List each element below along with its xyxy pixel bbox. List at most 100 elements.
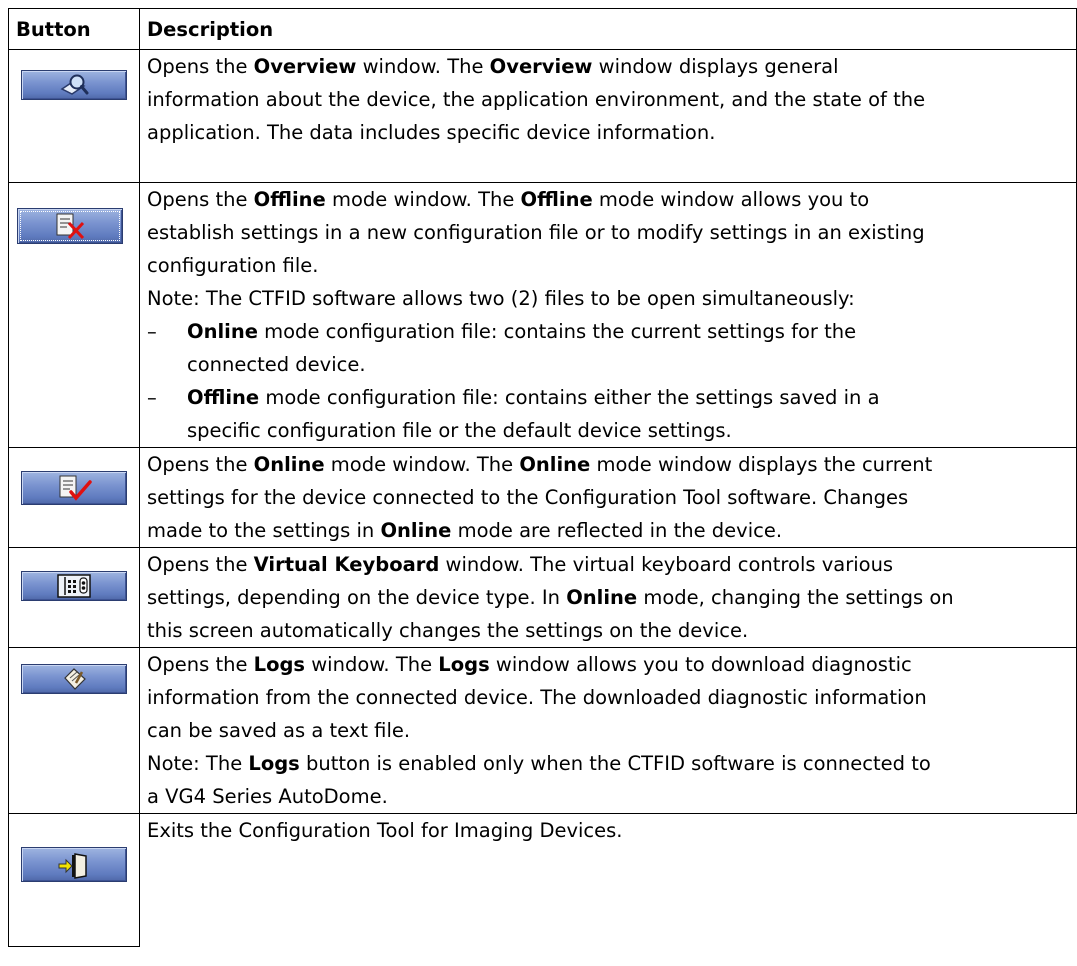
text-run: window. The	[305, 653, 439, 676]
bullet-line: connected device.	[187, 348, 1069, 381]
button-cell	[8, 647, 140, 814]
text-run: configuration file.	[147, 254, 319, 277]
description-line: establish settings in a new configuratio…	[147, 216, 1069, 249]
table-row: Opens the Virtual Keyboard window. The v…	[8, 547, 1077, 648]
text-run: settings for the device connected to the…	[147, 486, 909, 509]
description-line: Opens the Overview window. The Overview …	[147, 50, 1069, 83]
bullet-dash: –	[147, 386, 157, 409]
bold-term: Online	[187, 320, 258, 343]
bullet-item: – Offline mode configuration file: contai…	[147, 381, 1069, 447]
text-run: Note: The	[147, 752, 249, 775]
text-run: Opens the	[147, 653, 254, 676]
text-run: connected device.	[187, 353, 366, 376]
text-run: window allows you to download diagnostic	[489, 653, 912, 676]
text-run: mode are reflected in the device.	[451, 519, 783, 542]
description-line: Opens the Virtual Keyboard window. The v…	[147, 548, 1069, 581]
text-run: Note: The CTFID software allows two (2) …	[147, 287, 855, 310]
offline-document-x-icon	[56, 213, 85, 240]
table-row: Opens the Overview window. The Overview …	[8, 49, 1077, 183]
bold-term: Offline	[187, 386, 260, 409]
description-line: Opens the Online mode window. The Online…	[147, 448, 1069, 481]
overview-magnifier-icon	[60, 74, 89, 95]
text-run: specific configuration file or the defau…	[187, 419, 732, 442]
text-run: this screen automatically changes the se…	[147, 619, 749, 642]
bold-term: Overview	[489, 55, 593, 78]
overview-button[interactable]	[21, 70, 127, 100]
table-header-row: Button Description	[8, 8, 1077, 50]
bold-term: Virtual Keyboard	[253, 553, 440, 576]
header-button: Button	[8, 8, 140, 50]
button-cell	[8, 813, 140, 947]
description-line: application. The data includes specific …	[147, 116, 1069, 149]
online-button[interactable]	[21, 471, 127, 505]
bold-term: Online	[566, 586, 638, 609]
text-run: made to the settings in	[147, 519, 381, 542]
bullet-line: Offline mode configuration file: contain…	[187, 381, 1069, 414]
text-run: button is enabled only when the CTFID so…	[299, 752, 931, 775]
bold-term: Logs	[253, 653, 306, 676]
description-cell: Opens the Overview window. The Overview …	[139, 49, 1077, 183]
text-run: mode, changing the settings on	[637, 586, 954, 609]
bullet-line: specific configuration file or the defau…	[187, 414, 1069, 447]
table-row: Opens the Offline mode window. The Offli…	[8, 182, 1077, 448]
description-cell: Opens the Offline mode window. The Offli…	[139, 182, 1077, 448]
text-run: can be saved as a text file.	[147, 719, 411, 742]
description-line: settings for the device connected to the…	[147, 481, 1069, 514]
logs-button[interactable]	[21, 664, 127, 694]
bold-term: Online	[519, 453, 591, 476]
header-description: Description	[139, 8, 1077, 50]
button-cell	[8, 447, 140, 548]
text-run: information about the device, the applic…	[147, 88, 926, 111]
description-cell: Opens the Virtual Keyboard window. The v…	[139, 547, 1077, 648]
text-run: a VG4 Series AutoDome.	[147, 785, 388, 808]
bold-term: Overview	[253, 55, 357, 78]
exit-door-arrow-icon	[58, 852, 87, 879]
logs-clipboard-icon	[64, 668, 86, 690]
text-run: window. The virtual keyboard controls va…	[439, 553, 894, 576]
description-line: information from the connected device. T…	[147, 681, 1069, 714]
button-cell	[8, 182, 140, 448]
description-line: a VG4 Series AutoDome.	[147, 780, 1069, 813]
table-row: Exits the Configuration Tool for Imaging…	[8, 813, 1077, 947]
text-run: Exits the Configuration Tool for Imaging…	[147, 819, 623, 842]
description-line: can be saved as a text file.	[147, 714, 1069, 747]
offline-button[interactable]	[17, 208, 123, 244]
text-run: mode configuration file: contains either…	[259, 386, 880, 409]
button-cell	[8, 49, 140, 183]
text-run: settings, depending on the device type. …	[147, 586, 567, 609]
description-line: made to the settings in Online mode are …	[147, 514, 1069, 547]
text-run: Opens the	[147, 55, 254, 78]
text-run: mode configuration file: contains the cu…	[257, 320, 857, 343]
description-line: Exits the Configuration Tool for Imaging…	[147, 814, 1070, 847]
text-run: mode window displays the current	[590, 453, 933, 476]
text-run: mode window. The	[324, 453, 520, 476]
text-run: mode window allows you to	[592, 188, 870, 211]
bullet-dash: –	[147, 320, 157, 343]
bullet-item: – Online mode configuration file: contain…	[147, 315, 1069, 381]
bold-term: Offline	[520, 188, 593, 211]
bold-term: Online	[253, 453, 325, 476]
text-run: Opens the	[147, 453, 254, 476]
text-run: Opens the	[147, 188, 254, 211]
button-description-table: Button Description Opens the Overview wi…	[8, 8, 1077, 947]
description-cell: Opens the Online mode window. The Online…	[139, 447, 1077, 548]
text-run: window displays general	[592, 55, 839, 78]
virtual-keyboard-icon	[57, 574, 91, 598]
table-row: Opens the Logs window. The Logs window a…	[8, 647, 1077, 814]
bold-term: Logs	[438, 653, 490, 676]
description-line: configuration file.	[147, 249, 1069, 282]
virtual-keyboard-button[interactable]	[21, 571, 127, 601]
text-run: window. The	[356, 55, 490, 78]
description-cell: Opens the Logs window. The Logs window a…	[139, 647, 1077, 814]
text-run: Opens the	[147, 553, 254, 576]
description-line: Note: The CTFID software allows two (2) …	[147, 282, 1069, 315]
text-run: application. The data includes specific …	[147, 121, 716, 144]
description-line: settings, depending on the device type. …	[147, 581, 1069, 614]
description-line: this screen automatically changes the se…	[147, 614, 1069, 647]
table-row: Opens the Online mode window. The Online…	[8, 447, 1077, 548]
bold-term: Offline	[253, 188, 326, 211]
text-run: information from the connected device. T…	[147, 686, 927, 709]
text-run: establish settings in a new configuratio…	[147, 221, 925, 244]
exit-button[interactable]	[21, 847, 127, 882]
description-cell: Exits the Configuration Tool for Imaging…	[139, 813, 1077, 947]
